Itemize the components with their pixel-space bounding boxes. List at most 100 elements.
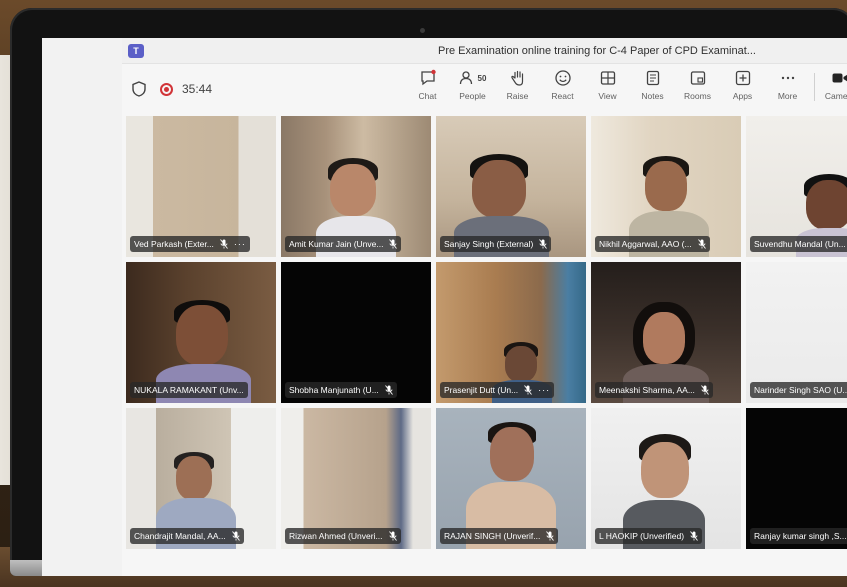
shield-icon[interactable] <box>132 81 146 97</box>
camera-label: Camera <box>824 91 847 101</box>
people-button[interactable]: 50 People <box>450 67 495 101</box>
mic-muted-icon <box>546 531 555 541</box>
participant-name: Sanjay Singh (External) <box>444 239 534 249</box>
participant-name: Ved Parkash (Exter... <box>134 239 214 249</box>
apps-label: Apps <box>732 91 753 101</box>
participant-name: Nikhil Aggarwal, AAO (... <box>599 239 692 249</box>
participant-name: RAJAN SINGH (Unverif... <box>444 531 541 541</box>
participant-tile[interactable]: Chandrajit Mandal, AA... <box>126 408 276 549</box>
participant-nametag: Sanjay Singh (External) <box>440 236 552 252</box>
participant-nametag: Amit Kumar Jain (Unve... <box>285 236 402 252</box>
participant-tile[interactable]: Ranjay kumar singh ,S... <box>746 408 847 549</box>
participant-nametag: NUKALA RAMAKANT (Unv... <box>130 382 248 398</box>
more-options-icon[interactable]: ··· <box>234 239 246 249</box>
participant-nametag: Nikhil Aggarwal, AAO (... <box>595 236 710 252</box>
toolbar-actions: Chat 50 People Raise React View Notes Ro… <box>405 67 847 101</box>
recording-icon <box>160 82 173 96</box>
participant-name: Ranjay kumar singh ,S... <box>754 531 847 541</box>
participant-tile[interactable]: Nikhil Aggarwal, AAO (... <box>591 116 741 257</box>
raise-label: Raise <box>506 91 529 101</box>
more-button[interactable]: More <box>765 67 810 101</box>
participant-tile[interactable]: Meenakshi Sharma, AA... <box>591 262 741 403</box>
participant-tile[interactable]: Ved Parkash (Exter... ··· <box>126 116 276 257</box>
screen-left-margin <box>42 38 122 576</box>
apps-icon <box>735 70 750 86</box>
raise-hand-button[interactable]: Raise <box>495 67 540 101</box>
participant-nametag: Ranjay kumar singh ,S... <box>750 528 847 544</box>
participant-name: Rizwan Ahmed (Unveri... <box>289 531 383 541</box>
notes-icon <box>646 70 659 86</box>
people-count: 50 <box>477 73 487 83</box>
window-titlebar: T Pre Examination online training for C-… <box>122 38 847 64</box>
view-label: View <box>598 91 617 101</box>
bottom-area <box>122 550 847 576</box>
mic-muted-icon <box>231 531 240 541</box>
webcam-dot <box>420 28 425 33</box>
react-button[interactable]: React <box>540 67 585 101</box>
participant-tile[interactable]: Suvendhu Mandal (Un... <box>746 116 847 257</box>
laptop-frame: T Pre Examination online training for C-… <box>10 8 847 576</box>
screen: T Pre Examination online training for C-… <box>42 38 847 576</box>
window-title: Pre Examination online training for C-4 … <box>438 44 756 57</box>
participant-nametag: RAJAN SINGH (Unverif... <box>440 528 559 544</box>
participant-tile[interactable]: Prasenjit Dutt (Un... ··· <box>436 262 586 403</box>
participant-nametag: Suvendhu Mandal (Un... <box>750 236 847 252</box>
more-icon <box>781 76 794 80</box>
raise-hand-icon <box>510 70 523 86</box>
camera-icon <box>832 73 847 83</box>
rooms-button[interactable]: Rooms <box>675 67 720 101</box>
mic-muted-icon <box>388 531 397 541</box>
participant-name: Prasenjit Dutt (Un... <box>444 385 519 395</box>
rooms-icon <box>690 71 705 85</box>
toolbar-separator <box>814 73 815 101</box>
participant-tile[interactable]: Rizwan Ahmed (Unveri... <box>281 408 431 549</box>
participant-name: L HAOKIP (Unverified) <box>599 531 685 541</box>
notes-label: Notes <box>641 91 664 101</box>
more-options-icon[interactable]: ··· <box>538 385 550 395</box>
participant-tile[interactable]: Amit Kumar Jain (Unve... <box>281 116 431 257</box>
mic-muted-icon <box>539 239 548 249</box>
notes-button[interactable]: Notes <box>630 67 675 101</box>
people-label: People <box>459 91 486 101</box>
participant-tile[interactable]: NUKALA RAMAKANT (Unv... <box>126 262 276 403</box>
meeting-timer: 35:44 <box>182 82 213 96</box>
view-icon <box>600 71 615 85</box>
participant-nametag: Meenakshi Sharma, AA... <box>595 382 713 398</box>
participant-name: Amit Kumar Jain (Unve... <box>289 239 384 249</box>
meeting-toolbar: 35:44 Chat 50 People Raise React View No… <box>122 64 847 114</box>
react-icon <box>554 70 571 86</box>
participant-nametag: L HAOKIP (Unverified) <box>595 528 703 544</box>
mic-muted-icon <box>701 385 709 395</box>
chat-label: Chat <box>418 91 437 101</box>
participant-name: Shobha Manjunath (U... <box>289 385 379 395</box>
mic-muted-icon <box>690 531 698 541</box>
teams-logo-icon: T <box>128 43 144 58</box>
participant-name: Chandrajit Mandal, AA... <box>134 531 226 541</box>
participant-tile[interactable]: Shobha Manjunath (U... <box>281 262 431 403</box>
participant-nametag: Chandrajit Mandal, AA... <box>130 528 244 544</box>
chat-button[interactable]: Chat <box>405 67 450 101</box>
mic-muted-icon <box>384 385 393 395</box>
participant-nametag: Rizwan Ahmed (Unveri... <box>285 528 401 544</box>
chat-icon <box>420 69 436 86</box>
participant-nametag: Narinder Singh SAO (U... <box>750 382 847 398</box>
video-grid: Ved Parkash (Exter... ··· Amit Kumar Jai… <box>126 116 847 549</box>
apps-button[interactable]: Apps <box>720 67 765 101</box>
react-label: React <box>551 91 574 101</box>
camera-button[interactable]: Camera <box>819 67 847 101</box>
participant-name: Suvendhu Mandal (Un... <box>754 239 846 249</box>
participant-name: Meenakshi Sharma, AA... <box>599 385 695 395</box>
participant-tile[interactable]: L HAOKIP (Unverified) <box>591 408 741 549</box>
mic-muted-icon <box>389 239 398 249</box>
mic-muted-icon <box>524 385 533 395</box>
more-label: More <box>777 91 798 101</box>
people-icon <box>459 71 472 85</box>
participant-tile[interactable]: RAJAN SINGH (Unverif... <box>436 408 586 549</box>
mic-muted-icon <box>220 239 228 249</box>
view-button[interactable]: View <box>585 67 630 101</box>
participant-nametag: Prasenjit Dutt (Un... ··· <box>440 382 555 398</box>
participant-tile[interactable]: Sanjay Singh (External) <box>436 116 586 257</box>
participant-tile[interactable]: Narinder Singh SAO (U... <box>746 262 847 403</box>
mic-muted-icon <box>697 239 706 249</box>
participant-nametag: Shobha Manjunath (U... <box>285 382 397 398</box>
